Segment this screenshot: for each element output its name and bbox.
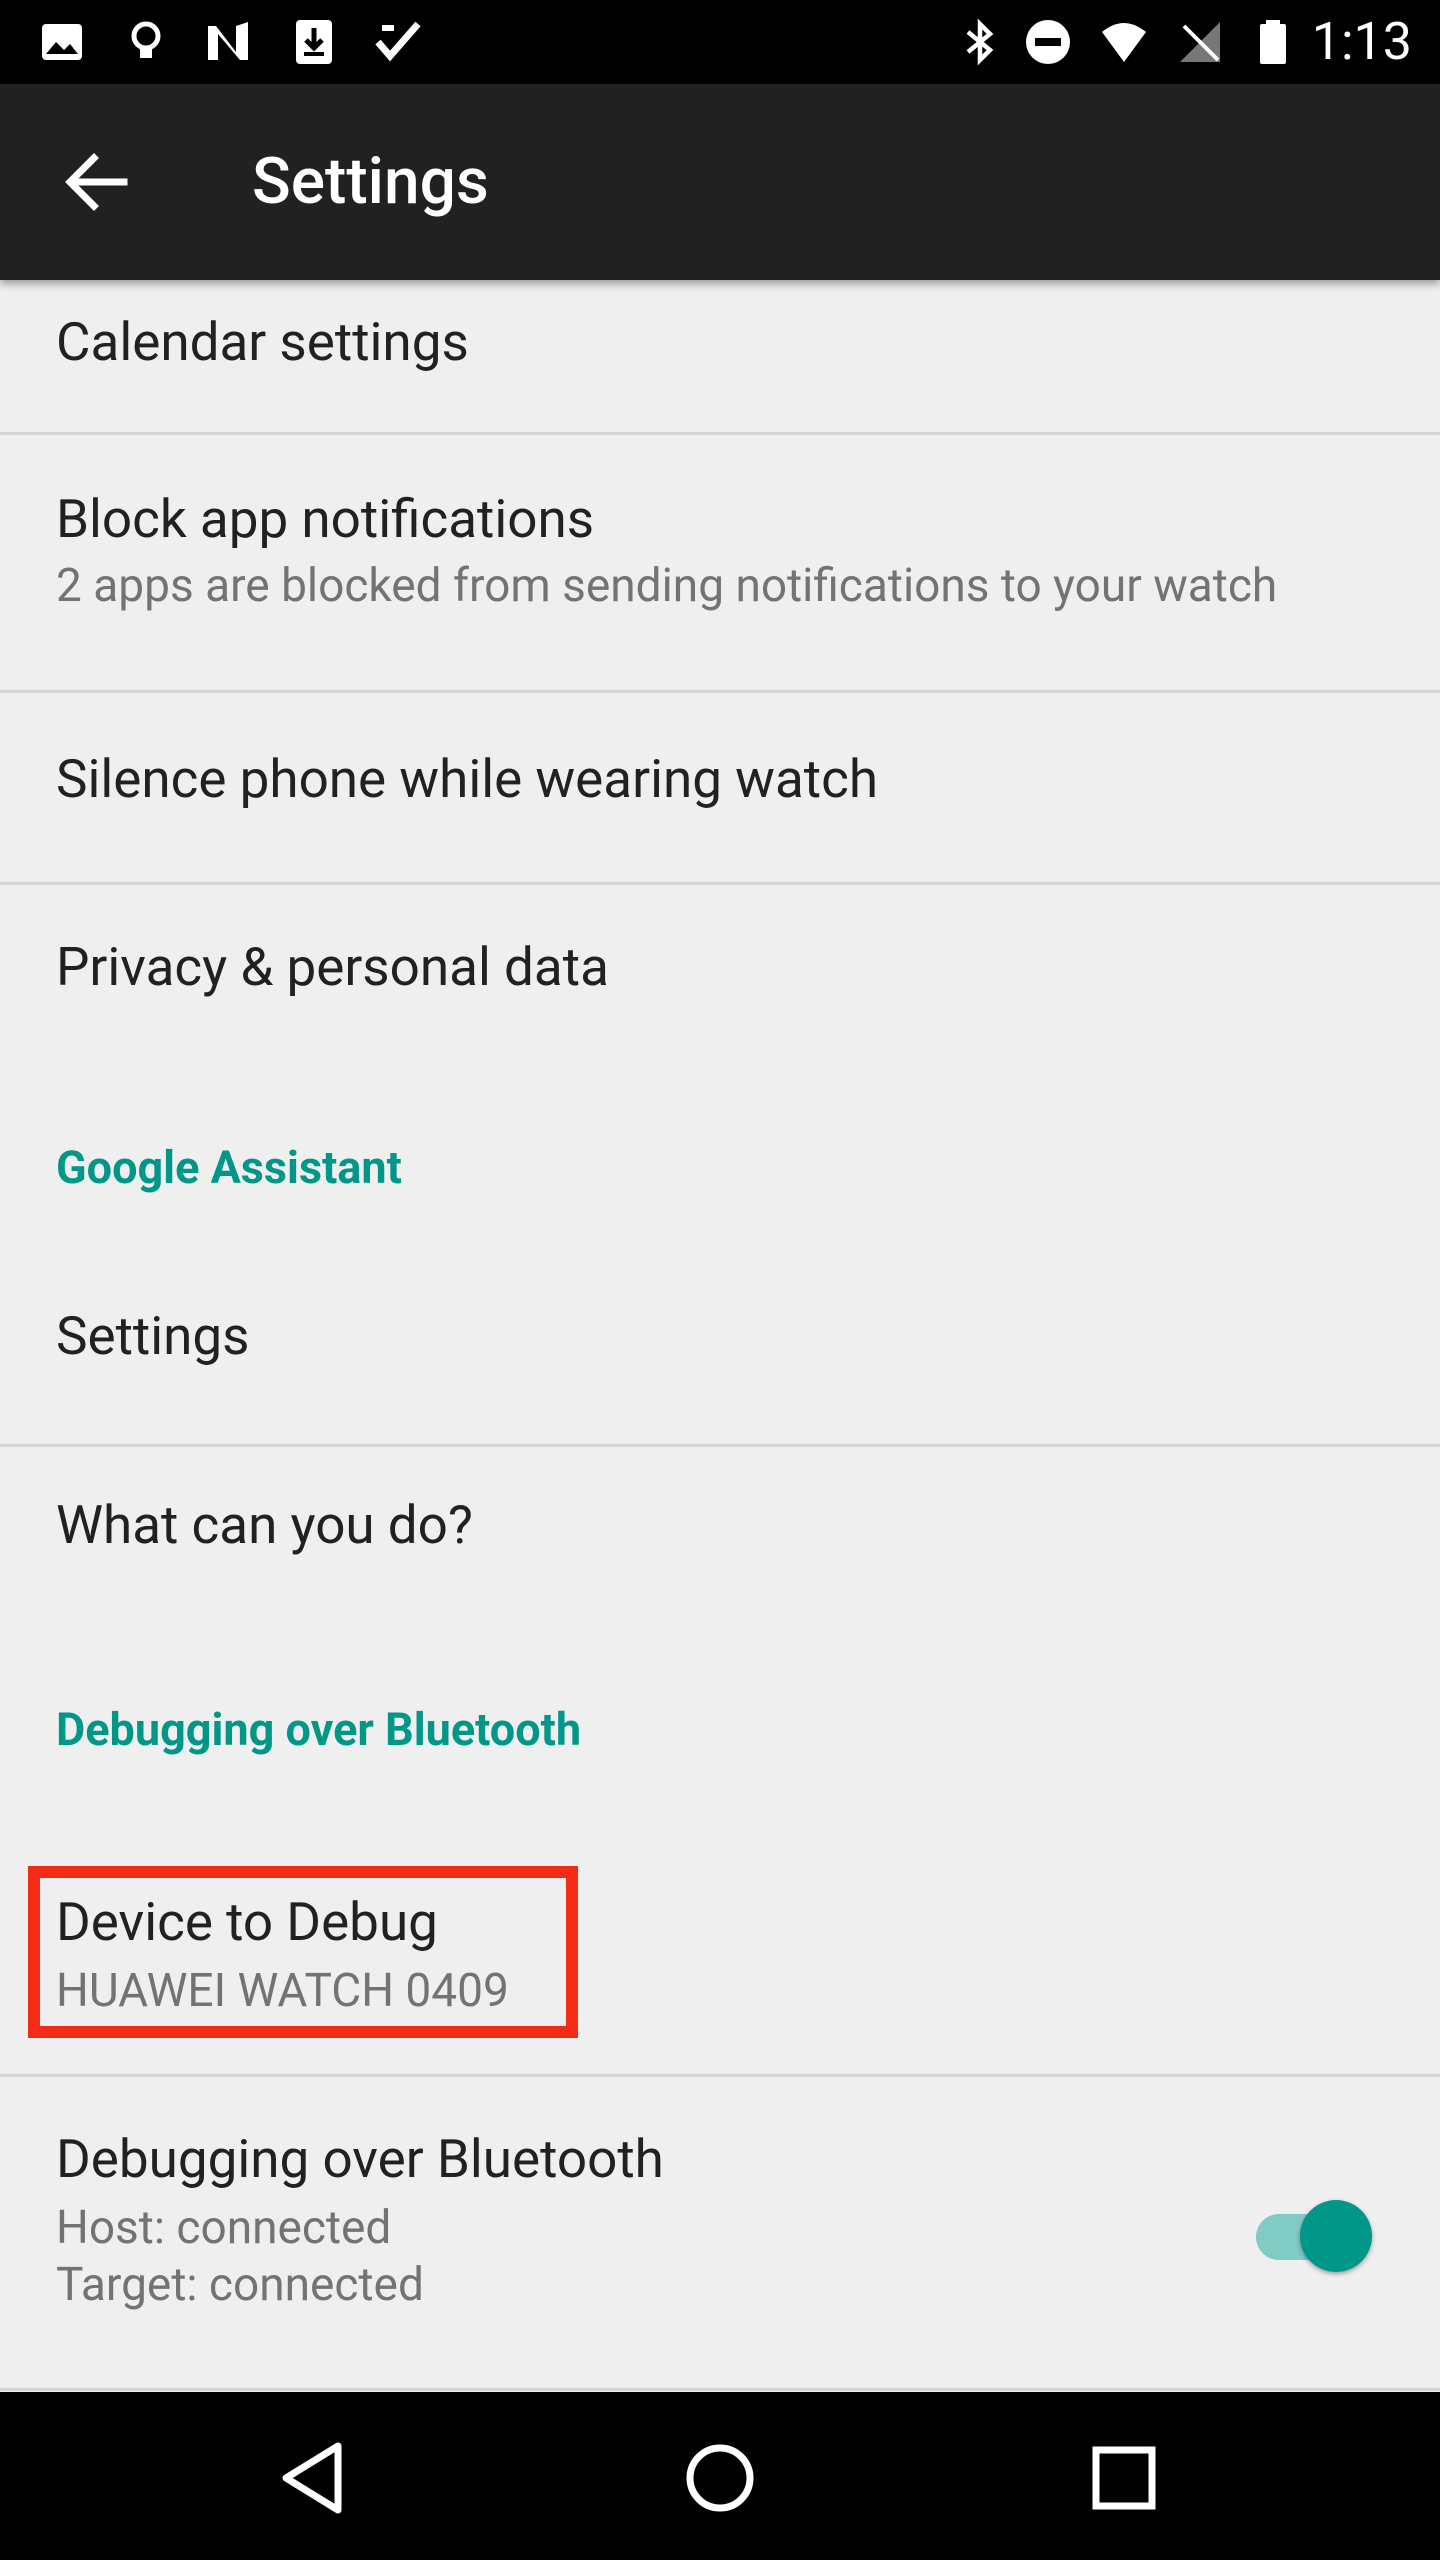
no-signal-icon	[1180, 22, 1220, 62]
clock-time: 1:13	[1311, 11, 1412, 72]
list-item-silence-phone[interactable]: Silence phone while wearing watch	[0, 693, 1440, 883]
recents-square-icon[interactable]	[1074, 2428, 1174, 2528]
app-bar: Settings	[0, 84, 1440, 280]
list-item-privacy[interactable]: Privacy & personal data	[0, 885, 1440, 1065]
item-subtitle-host: Host: connected	[56, 2201, 392, 2255]
item-title: Privacy & personal data	[56, 936, 609, 998]
debugging-toggle-switch[interactable]	[1252, 2194, 1372, 2274]
item-title: Silence phone while wearing watch	[56, 748, 879, 810]
section-header-google-assistant: Google Assistant	[56, 1141, 402, 1194]
item-title: What can you do?	[56, 1494, 473, 1556]
item-subtitle-target: Target: connected	[56, 2258, 424, 2312]
page-title: Settings	[252, 144, 489, 219]
lightbulb-icon	[131, 21, 161, 58]
status-bar: 1:13	[0, 0, 1440, 84]
list-item-assistant-settings[interactable]: Settings	[0, 1260, 1440, 1426]
settings-list: Calendar settings Block app notification…	[0, 280, 1440, 2391]
photo-icon	[42, 24, 82, 60]
n-icon	[208, 22, 248, 60]
section-header-debugging-over-bluetooth: Debugging over Bluetooth	[56, 1703, 582, 1756]
check-app-icon	[375, 21, 421, 62]
highlight-box	[28, 1866, 578, 2038]
item-title: Block app notifications	[56, 488, 595, 550]
back-triangle-icon[interactable]	[268, 2428, 368, 2528]
list-item-calendar-settings[interactable]: Calendar settings	[0, 280, 1440, 434]
home-circle-icon[interactable]	[670, 2428, 770, 2528]
navigation-bar	[0, 2392, 1440, 2560]
bluetooth-icon	[966, 18, 994, 66]
list-item-what-can-you-do[interactable]: What can you do?	[0, 1447, 1440, 1627]
battery-icon	[1260, 20, 1286, 64]
download-icon	[296, 20, 332, 64]
list-item-debugging-over-bluetooth[interactable]: Debugging over Bluetooth Host: connected…	[0, 2077, 1440, 2387]
item-subtitle: 2 apps are blocked from sending notifica…	[56, 559, 1278, 613]
arrow-back-icon[interactable]	[56, 138, 144, 226]
item-title: Debugging over Bluetooth	[56, 2128, 664, 2190]
item-title: Settings	[56, 1305, 250, 1367]
wifi-icon	[1102, 23, 1146, 62]
item-title: Calendar settings	[56, 311, 469, 373]
list-item-block-app-notifications[interactable]: Block app notifications 2 apps are block…	[0, 435, 1440, 691]
toggle-thumb	[1300, 2200, 1372, 2272]
divider	[0, 2388, 1440, 2391]
do-not-disturb-icon	[1026, 20, 1070, 64]
